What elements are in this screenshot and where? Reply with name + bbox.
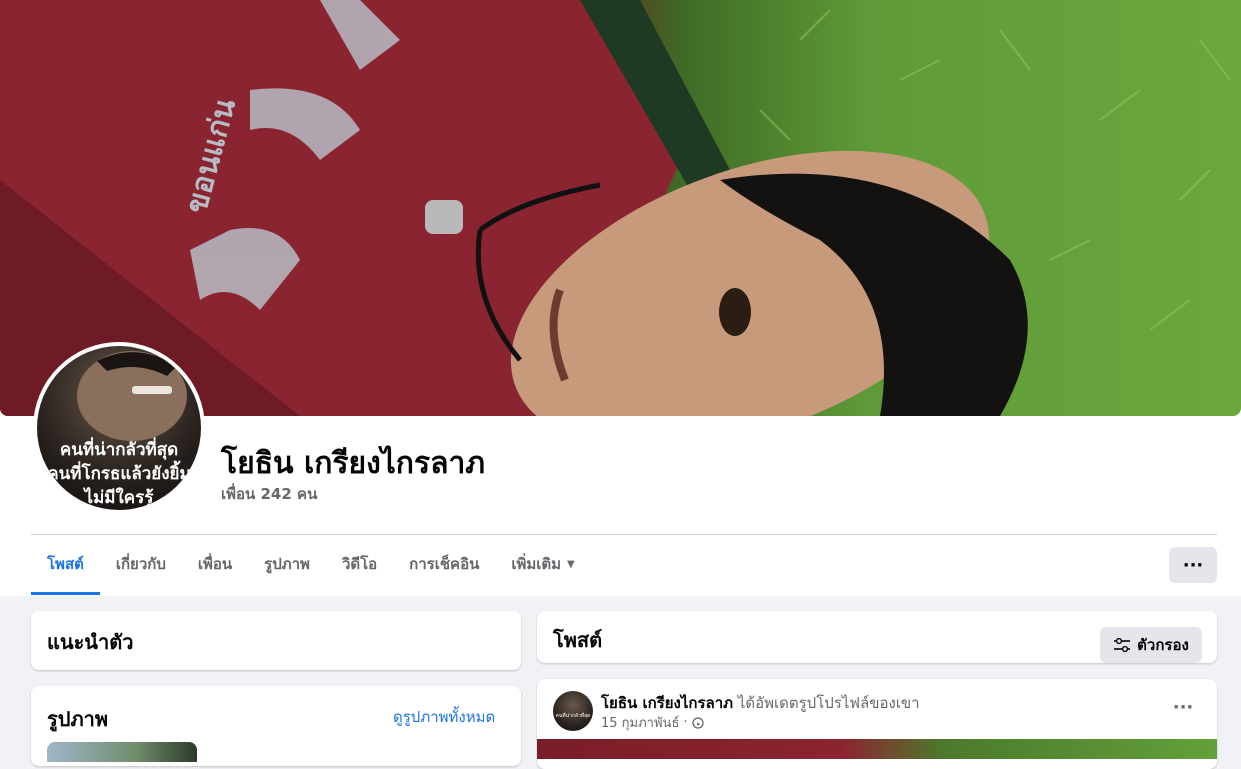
tab-label: เกี่ยวกับ bbox=[115, 555, 166, 573]
post-date[interactable]: 15 กุมภาพันธ์ bbox=[601, 712, 679, 733]
filter-label: ตัวกรอง bbox=[1137, 636, 1189, 654]
tab-label: โพสต์ bbox=[47, 555, 84, 573]
post-author-avatar[interactable]: คนที่น่ากลัวที่สุด bbox=[553, 691, 593, 731]
avatar-caption-line: ไม่มีใครรู้ bbox=[84, 488, 154, 508]
intro-card: แนะนำตัว bbox=[31, 611, 521, 670]
avatar-caption-line: คนที่โกรธแล้วยังยิ้ม bbox=[47, 464, 191, 484]
tab-label: วิดีโอ bbox=[341, 555, 378, 573]
filter-button[interactable]: ตัวกรอง bbox=[1100, 627, 1202, 663]
posts-header-card: โพสต์ ตัวกรอง bbox=[537, 611, 1217, 663]
profile-name[interactable]: โยธิน เกรียงไกรลาภ bbox=[221, 440, 485, 487]
tab-label: การเช็คอิน bbox=[409, 555, 480, 573]
avatar-caption: คนที่น่ากลัวที่สุด คนที่โกรธแล้วยังยิ้ม … bbox=[37, 438, 201, 510]
post-options-button[interactable]: ··· bbox=[1169, 693, 1197, 721]
tab-posts[interactable]: โพสต์ bbox=[31, 536, 100, 595]
header-divider bbox=[31, 534, 1217, 535]
tab-videos[interactable]: วิดีโอ bbox=[326, 536, 393, 592]
profile-tabs: โพสต์ เกี่ยวกับ เพื่อน รูปภาพ วิดีโอ การ… bbox=[31, 536, 591, 595]
tab-friends[interactable]: เพื่อน bbox=[182, 536, 248, 592]
post-meta: 15 กุมภาพันธ์ · bbox=[601, 712, 704, 733]
tab-label: เพิ่มเติม bbox=[511, 555, 562, 573]
post-meta-separator: · bbox=[683, 715, 688, 730]
tab-label: รูปภาพ bbox=[264, 555, 310, 573]
tab-checkins[interactable]: การเช็คอิน bbox=[393, 536, 495, 592]
caret-down-icon: ▼ bbox=[567, 558, 575, 570]
intro-title: แนะนำตัว bbox=[47, 630, 134, 654]
post-image[interactable] bbox=[537, 739, 1217, 759]
friend-count[interactable]: เพื่อน 242 คน bbox=[221, 482, 317, 506]
tab-photos[interactable]: รูปภาพ bbox=[248, 536, 326, 592]
post-action-text: ได้อัพเดตรูปโปรไฟล์ของเขา bbox=[737, 694, 920, 712]
avatar-caption-line: คนที่น่ากลัวที่สุด bbox=[59, 440, 179, 460]
tab-more[interactable]: เพิ่มเติม ▼ bbox=[495, 536, 590, 592]
globe-icon bbox=[691, 716, 704, 729]
photos-card: รูปภาพ ดูรูปภาพทั้งหมด bbox=[31, 686, 521, 766]
post-author-name[interactable]: โยธิน เกรียงไกรลาภ bbox=[601, 694, 733, 712]
posts-title: โพสต์ bbox=[553, 628, 603, 652]
tab-about[interactable]: เกี่ยวกับ bbox=[100, 536, 182, 592]
photos-title[interactable]: รูปภาพ bbox=[47, 703, 108, 735]
see-all-photos-link[interactable]: ดูรูปภาพทั้งหมด bbox=[393, 705, 495, 729]
profile-picture[interactable]: คนที่น่ากลัวที่สุด คนที่โกรธแล้วยังยิ้ม … bbox=[33, 342, 205, 514]
profile-picture-image: คนที่น่ากลัวที่สุด คนที่โกรธแล้วยังยิ้ม … bbox=[37, 346, 201, 510]
post-card: คนที่น่ากลัวที่สุด โยธิน เกรียงไกรลาภ ได… bbox=[537, 679, 1217, 769]
tab-label: เพื่อน bbox=[197, 555, 233, 573]
filter-icon bbox=[1114, 638, 1131, 652]
photo-thumbnail[interactable] bbox=[47, 742, 197, 762]
profile-more-button[interactable]: ··· bbox=[1169, 547, 1217, 583]
post-avatar-caption: คนที่น่ากลัวที่สุด bbox=[555, 713, 591, 719]
